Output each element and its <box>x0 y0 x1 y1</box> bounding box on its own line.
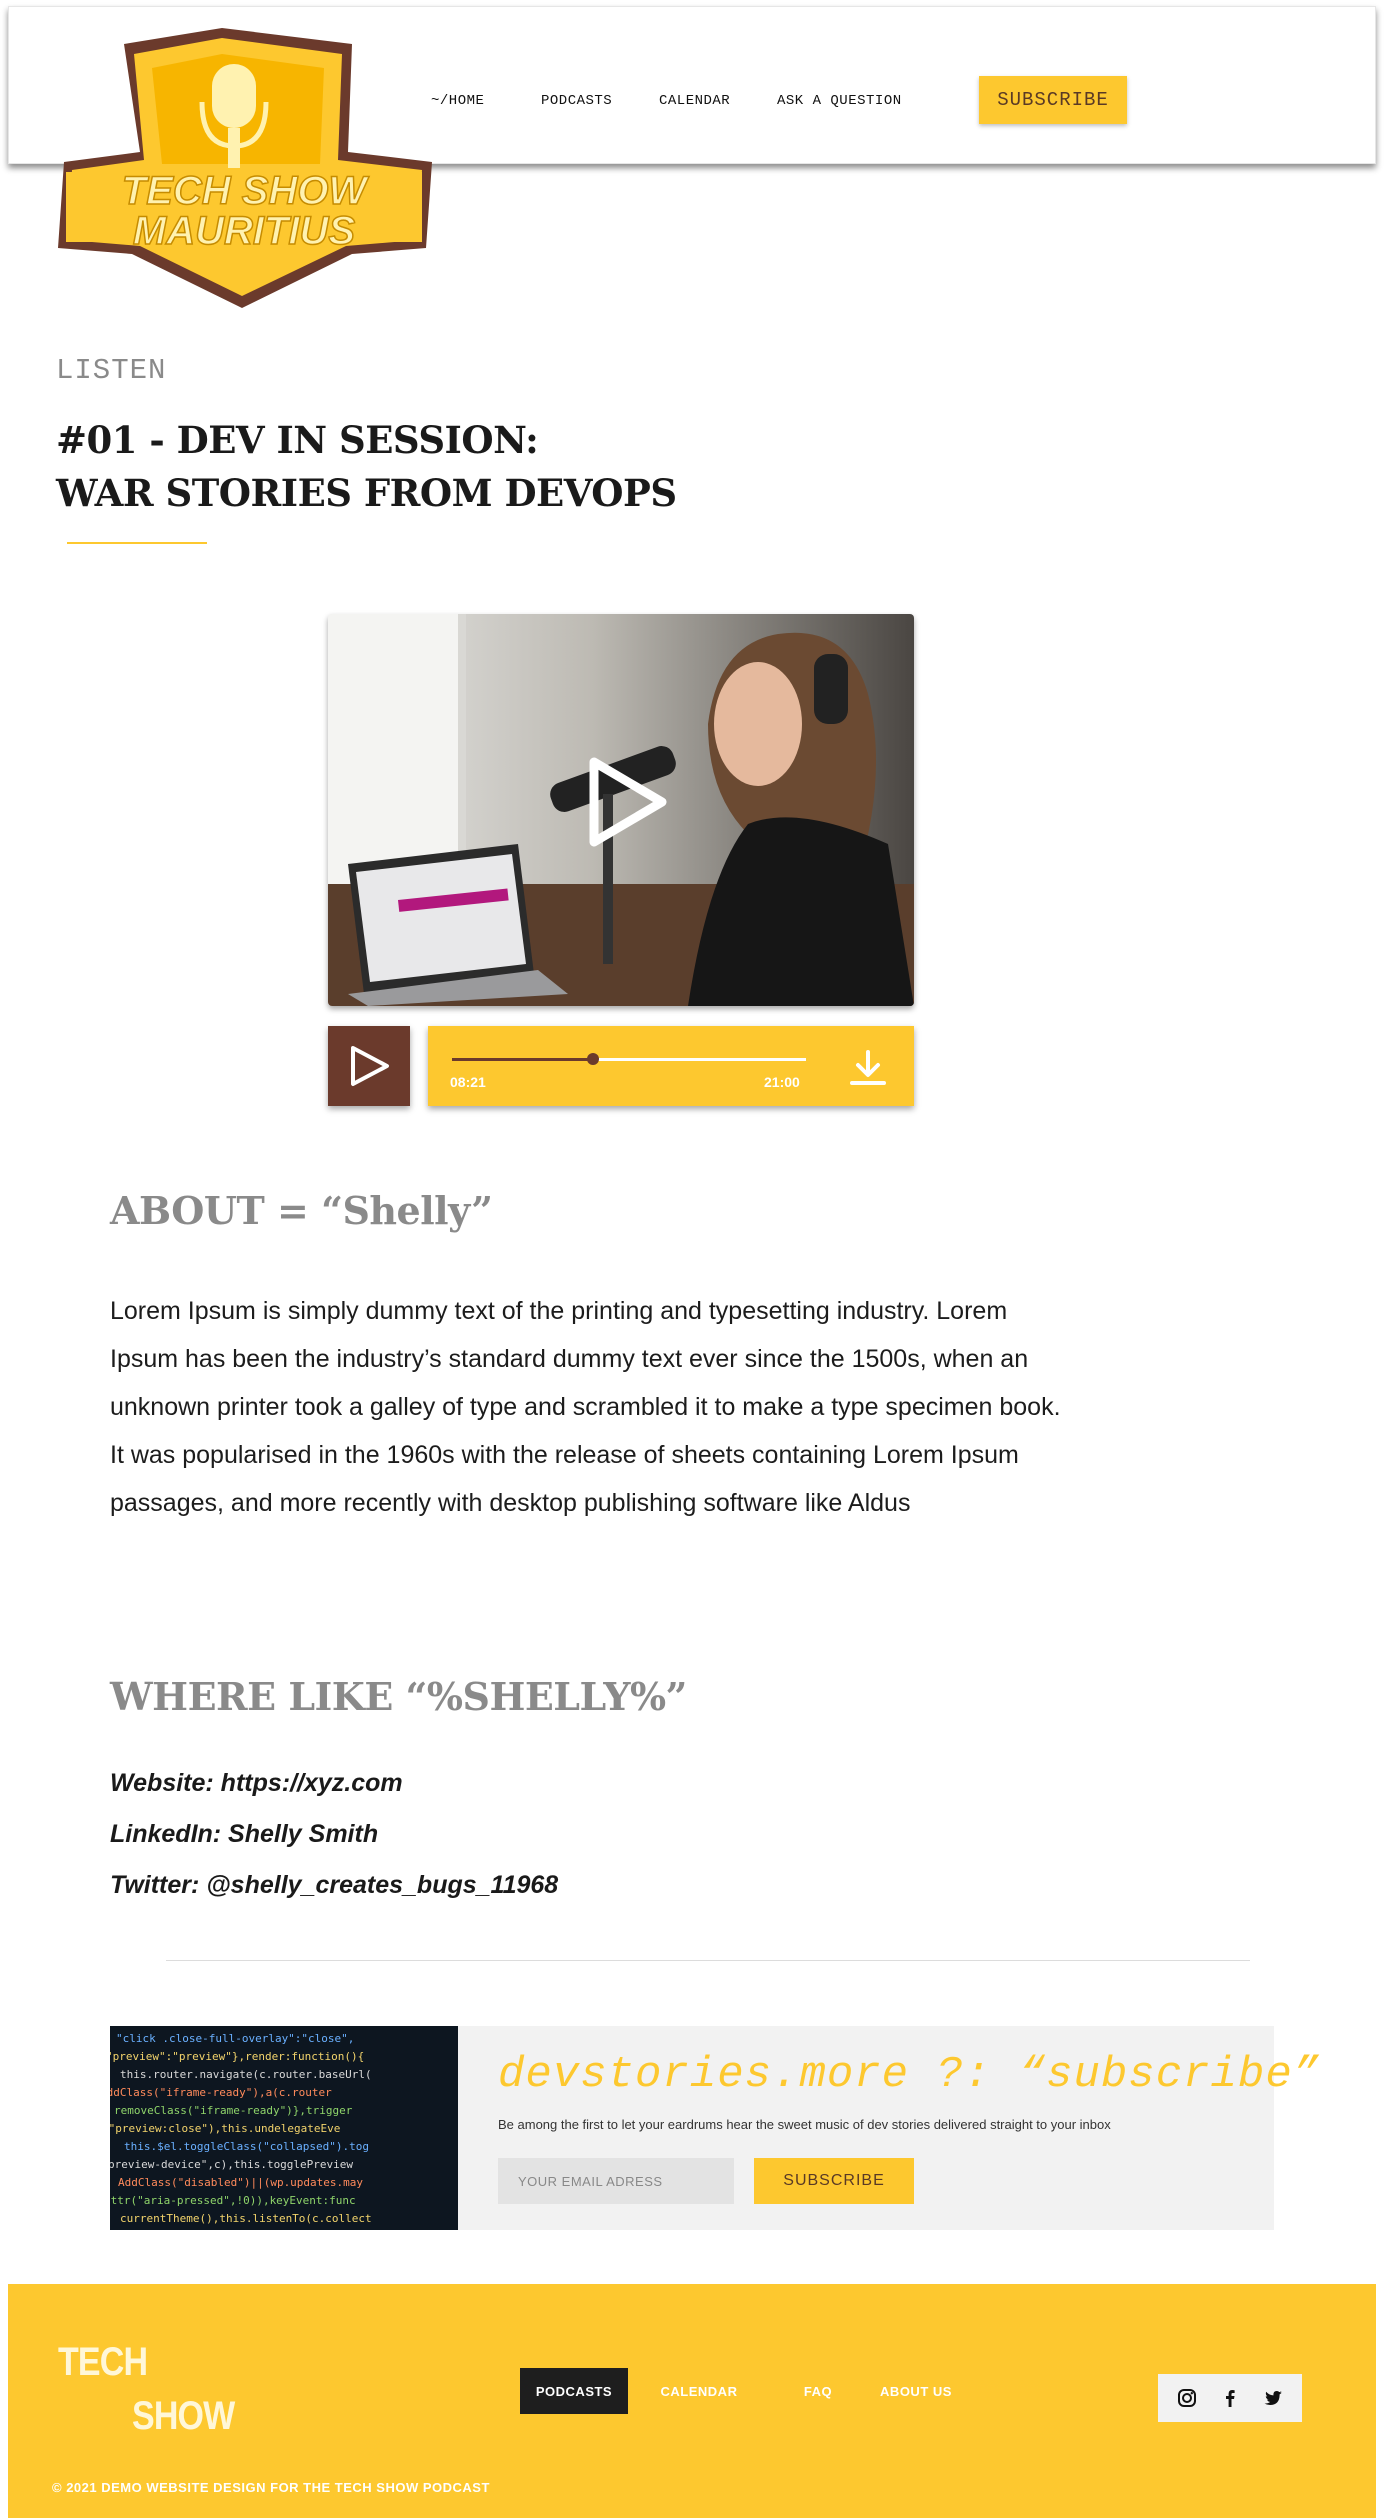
guest-links: Website: https://xyz.com LinkedIn: Shell… <box>110 1758 558 1911</box>
svg-text:attr("aria-pressed",!0)),keyEv: attr("aria-pressed",!0)),keyEvent:func <box>110 2194 356 2207</box>
svg-text:MAURITIUS: MAURITIUS <box>133 209 356 253</box>
svg-text:preview-device",c),this.toggle: preview-device",c),this.togglePreview <box>110 2158 353 2171</box>
twitter-link[interactable]: Twitter: @shelly_creates_bugs_11968 <box>110 1860 558 1911</box>
about-paragraph-1: Lorem Ipsum is simply dummy text of the … <box>110 1297 1061 1421</box>
svg-text:addClass("iframe-ready"),a(c.r: addClass("iframe-ready"),a(c.router <box>110 2086 332 2099</box>
audio-player-bar: 08:21 21:00 <box>428 1026 914 1106</box>
duration: 21:00 <box>764 1074 800 1090</box>
download-icon[interactable] <box>848 1048 888 1088</box>
footer-logo-line1[interactable]: TECH <box>58 2340 148 2385</box>
footer-nav-faq[interactable]: FAQ <box>788 2368 848 2414</box>
episode-title-line1: #01 - DEV IN SESSION: <box>56 418 539 462</box>
svg-text:this.router.navigate(c.router.: this.router.navigate(c.router.baseUrl( <box>120 2068 372 2081</box>
about-paragraph-2: It was popularised in the 1960s with the… <box>110 1441 1019 1517</box>
newsletter-subtitle: Be among the first to let your eardrums … <box>498 2117 1111 2132</box>
svg-text:"preview":"preview"},render:fu: "preview":"preview"},render:function(){ <box>110 2050 364 2063</box>
email-input[interactable] <box>498 2158 734 2204</box>
cover-play-icon[interactable] <box>588 756 668 848</box>
episode-title: #01 - DEV IN SESSION: WAR STORIES FROM D… <box>56 414 677 520</box>
nav-podcasts[interactable]: PODCASTS <box>541 93 612 109</box>
footer-logo-line2[interactable]: SHOW <box>132 2394 235 2439</box>
social-links <box>1158 2374 1302 2422</box>
footer-nav-podcasts[interactable]: PODCASTS <box>520 2368 628 2414</box>
svg-text:removeClass("iframe-ready")},t: removeClass("iframe-ready")},trigger <box>114 2104 353 2117</box>
code-screen-image: "click .close-full-overlay":"close", "pr… <box>110 2026 458 2230</box>
listen-kicker: LISTEN <box>56 354 167 387</box>
play-icon <box>351 1046 389 1086</box>
footer-nav-about-us[interactable]: ABOUT US <box>868 2368 964 2414</box>
title-underline <box>67 542 207 544</box>
svg-text:AddClass("disabled")||(wp.upda: AddClass("disabled")||(wp.updates.may <box>118 2176 363 2189</box>
progress-handle[interactable] <box>586 1053 599 1065</box>
footer-nav-calendar[interactable]: CALENDAR <box>644 2368 754 2414</box>
where-heading: WHERE LIKE “%SHELLY%” <box>110 1674 687 1719</box>
tech-show-logo[interactable]: TECH SHOW MAURITIUS <box>52 24 436 310</box>
newsletter-section: "click .close-full-overlay":"close", "pr… <box>110 2026 1319 2230</box>
svg-text:("preview:close"),this.undeleg: ("preview:close"),this.undelegateEve <box>110 2122 340 2135</box>
about-body: Lorem Ipsum is simply dummy text of the … <box>110 1287 1080 1527</box>
newsletter-subscribe-button[interactable]: SUBSCRIBE <box>754 2158 914 2204</box>
svg-text:this.$el.toggleClass("collapse: this.$el.toggleClass("collapsed").tog <box>124 2140 369 2153</box>
twitter-icon[interactable] <box>1261 2386 1285 2410</box>
nav-ask-a-question[interactable]: ASK A QUESTION <box>777 93 902 109</box>
nav-calendar[interactable]: CALENDAR <box>659 93 730 109</box>
header-subscribe-button[interactable]: SUBSCRIBE <box>979 76 1127 124</box>
progress-fill <box>452 1058 593 1061</box>
episode-title-line2: WAR STORIES FROM DEVOPS <box>56 471 677 515</box>
about-heading: ABOUT = “Shelly” <box>110 1188 493 1233</box>
newsletter-title: devstories.more ?: “subscribe” <box>498 2050 1321 2100</box>
instagram-icon[interactable] <box>1175 2386 1199 2410</box>
svg-text:currentTheme(),this.listenTo(c: currentTheme(),this.listenTo(c.collect <box>120 2212 372 2225</box>
linkedin-link[interactable]: LinkedIn: Shelly Smith <box>110 1809 558 1860</box>
section-divider <box>166 1960 1250 1961</box>
play-button[interactable] <box>328 1026 410 1106</box>
website-link[interactable]: Website: https://xyz.com <box>110 1758 558 1809</box>
facebook-icon[interactable] <box>1218 2386 1242 2410</box>
nav-home[interactable]: ~/HOME <box>431 93 484 109</box>
svg-text:"click .close-full-overlay":"c: "click .close-full-overlay":"close", <box>116 2032 354 2045</box>
copyright-text: © 2021 DEMO WEBSITE DESIGN FOR THE TECH … <box>52 2480 490 2495</box>
current-time: 08:21 <box>450 1074 486 1090</box>
progress-track[interactable] <box>452 1053 806 1065</box>
svg-text:TECH SHOW: TECH SHOW <box>122 169 370 213</box>
site-footer: TECH SHOW PODCASTS CALENDAR FAQ ABOUT US… <box>8 2284 1376 2518</box>
